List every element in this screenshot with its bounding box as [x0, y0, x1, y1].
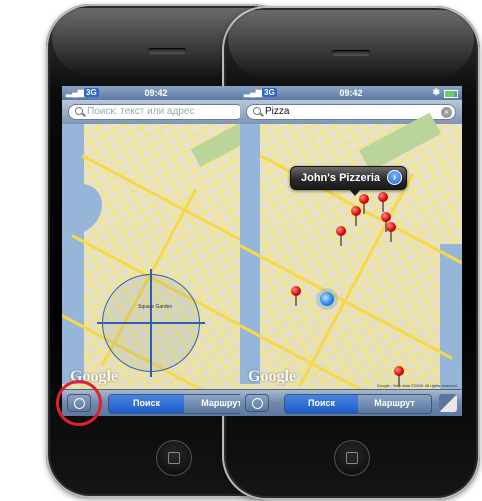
map-copyright: Google - Map data ©2008. All rights rese… — [376, 383, 458, 388]
status-bar: ▂▄▆ 3G 09:42 — [62, 86, 250, 100]
right-screen: ▂▄▆ 3G 09:42 ✱ Pizza × John's Pizzeria ›… — [240, 86, 462, 416]
disclosure-icon[interactable]: › — [387, 170, 403, 185]
search-tab[interactable]: Поиск — [109, 395, 184, 413]
pin-icon[interactable] — [351, 206, 361, 226]
avenue — [81, 154, 250, 251]
search-placeholder: Поиск: текст или адрес — [87, 106, 195, 117]
river — [62, 124, 84, 384]
search-bar: Поиск: текст или адрес — [62, 100, 250, 124]
river — [440, 244, 462, 404]
mode-segmented-control: Поиск Маршрут — [284, 394, 432, 414]
google-logo: Google — [248, 368, 296, 385]
search-value: Pizza — [265, 106, 290, 117]
location-accuracy-circle — [97, 269, 205, 377]
bottom-toolbar: Поиск Маршрут — [240, 389, 462, 416]
crosshair — [97, 322, 205, 324]
pin-icon[interactable] — [378, 192, 388, 212]
clock: 09:42 — [144, 88, 168, 98]
map-label: Square Garden — [138, 304, 173, 310]
highlight-circle — [56, 380, 102, 426]
glass-gloss — [228, 10, 474, 80]
status-bar: ▂▄▆ 3G 09:42 ✱ — [240, 86, 462, 100]
pin-icon[interactable] — [336, 226, 346, 246]
earpiece-speaker — [148, 48, 186, 54]
callout-title: John's Pizzeria — [301, 172, 381, 184]
pin-icon[interactable] — [386, 222, 396, 242]
locate-button[interactable] — [245, 394, 269, 412]
place-callout[interactable]: John's Pizzeria › — [290, 166, 408, 196]
left-screen: ▂▄▆ 3G 09:42 Поиск: текст или адрес Squa… — [62, 86, 250, 416]
search-icon — [75, 107, 83, 115]
clock: 09:42 — [339, 88, 363, 98]
pin-icon[interactable] — [359, 194, 369, 214]
mode-segmented-control: Поиск Маршрут — [108, 394, 250, 414]
river — [62, 184, 102, 234]
pin-icon[interactable] — [291, 286, 301, 306]
map-view[interactable]: Square Garden — [62, 121, 250, 411]
home-button-icon[interactable] — [156, 440, 192, 476]
home-button-icon[interactable] — [334, 440, 370, 476]
locate-icon — [252, 398, 263, 409]
current-location-dot — [320, 292, 334, 306]
search-tab[interactable]: Поиск — [285, 395, 358, 413]
page-curl-icon[interactable] — [439, 394, 457, 412]
map-view[interactable] — [240, 112, 462, 416]
earpiece-speaker — [332, 50, 370, 56]
clear-icon[interactable]: × — [441, 106, 452, 118]
route-tab[interactable]: Маршрут — [358, 395, 431, 413]
battery-icon — [444, 90, 458, 98]
search-input[interactable]: Поиск: текст или адрес — [68, 104, 244, 120]
search-icon — [253, 107, 261, 115]
bluetooth-icon: ✱ — [432, 87, 440, 97]
